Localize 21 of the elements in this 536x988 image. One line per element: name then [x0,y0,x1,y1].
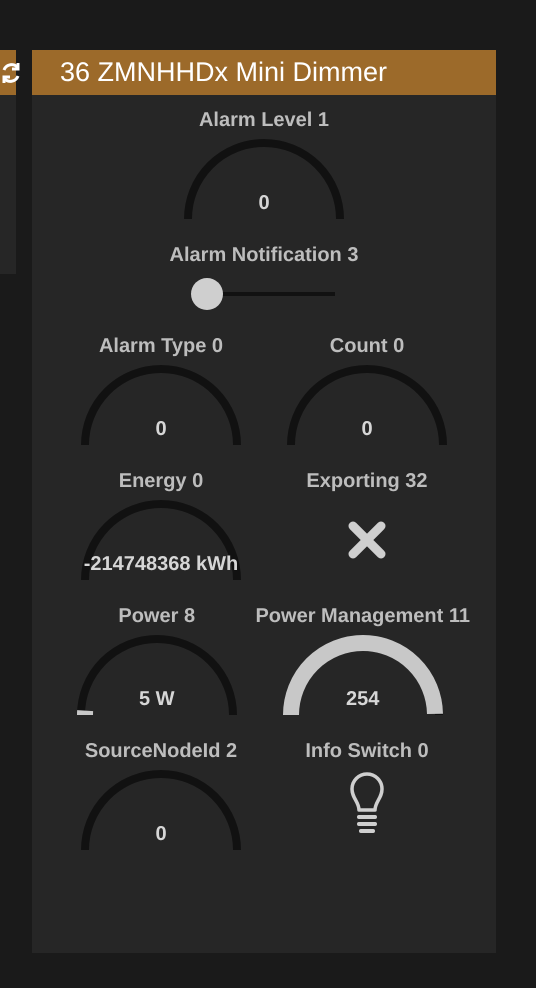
light-bulb-icon [349,772,385,834]
widget-label: Power Management 11 [255,604,470,628]
gauge-value: 5 W [138,688,175,711]
cross-icon [347,520,387,560]
widget-label: Alarm Level 1 [198,108,330,132]
gauge-value: 0 [155,418,167,441]
gauge-value: 0 [361,418,373,441]
gauge-value: 0 [155,823,167,846]
panel-title: 36 ZMNHHDx Mini Dimmer [60,57,388,88]
slider-thumb[interactable] [190,278,223,310]
widget-label: Alarm Type 0 [98,334,224,358]
gauge-value: 0 [258,192,270,215]
widget-label: Energy 0 [118,469,204,493]
widget-label: Power 8 [118,604,196,628]
gauge-value: -214748368 kWh [84,553,238,576]
widget-label: Info Switch 0 [305,739,429,763]
widget-label: Exporting 32 [306,469,428,493]
widget-label: Alarm Notification 3 [170,243,358,267]
widget-label: Count 0 [330,334,404,358]
gauge-value: 254 [346,688,380,711]
widget-label: SourceNodeId 2 [84,739,238,763]
